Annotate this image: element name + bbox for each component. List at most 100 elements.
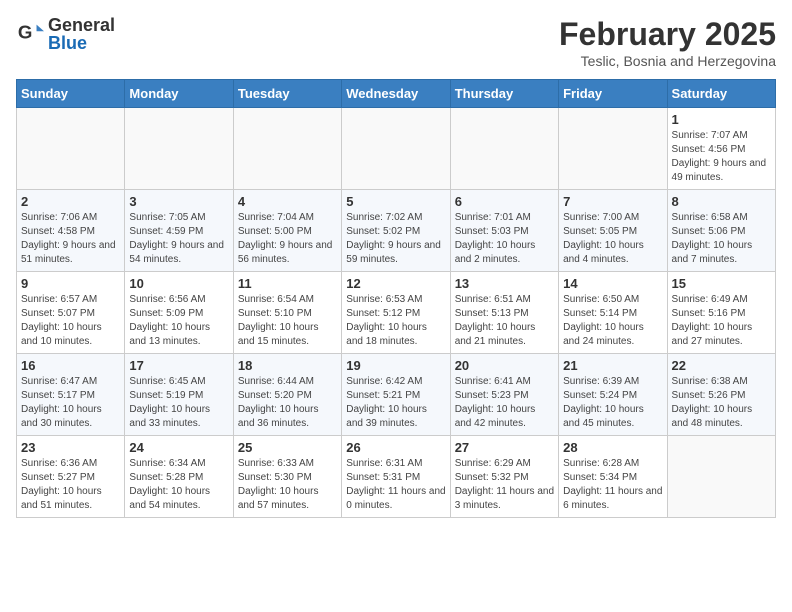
calendar-cell: 3Sunrise: 7:05 AM Sunset: 4:59 PM Daylig… [125,190,233,272]
weekday-header-friday: Friday [559,80,667,108]
calendar-week-row: 16 Sunrise: 6:47 AM Sunset: 5:17 PM Dayli… [17,354,776,436]
day-info: Sunrise: 7:01 AM Sunset: 5:03 PM Dayligh… [455,211,554,267]
day-number: 28 [563,440,662,455]
day-number: 20 [455,358,554,373]
calendar-cell: 2 Sunrise: 7:06 AM Sunset: 4:58 PM Daylig… [17,190,125,272]
calendar-week-row: 2 Sunrise: 7:06 AM Sunset: 4:58 PM Daylig… [17,190,776,272]
day-info: Sunrise: 6:58 AM Sunset: 5:06 PM Dayligh… [672,211,771,267]
day-info: Sunrise: 6:41 AM Sunset: 5:23 PM Dayligh… [455,375,554,431]
day-info: Sunrise: 6:42 AM Sunset: 5:21 PM Dayligh… [346,375,445,431]
logo-text: General Blue [48,16,115,52]
day-info: Sunrise: 6:49 AM Sunset: 5:16 PM Dayligh… [672,293,771,349]
page-header: G General Blue February 2025 Teslic, Bos… [16,16,776,69]
calendar-table: SundayMondayTuesdayWednesdayThursdayFrid… [16,79,776,518]
day-info: Sunrise: 6:57 AM Sunset: 5:07 PM Dayligh… [21,293,120,349]
day-number: 9 [21,276,120,291]
day-number: 15 [672,276,771,291]
day-number: 21 [563,358,662,373]
calendar-cell: 10Sunrise: 6:56 AM Sunset: 5:09 PM Dayli… [125,272,233,354]
calendar-cell: 28 Sunrise: 6:28 AM Sunset: 5:34 PM Dayli… [559,436,667,518]
day-number: 25 [238,440,337,455]
day-info: Sunrise: 6:53 AM Sunset: 5:12 PM Dayligh… [346,293,445,349]
day-info: Sunrise: 7:02 AM Sunset: 5:02 PM Dayligh… [346,211,445,267]
weekday-header-row: SundayMondayTuesdayWednesdayThursdayFrid… [17,80,776,108]
day-number: 14 [563,276,662,291]
calendar-cell: 13 Sunrise: 6:51 AM Sunset: 5:13 PM Dayli… [450,272,558,354]
weekday-header-sunday: Sunday [17,80,125,108]
calendar-cell: 25 Sunrise: 6:33 AM Sunset: 5:30 PM Dayli… [233,436,341,518]
day-number: 18 [238,358,337,373]
calendar-week-row: 1Sunrise: 7:07 AM Sunset: 4:56 PM Daylig… [17,108,776,190]
day-number: 4 [238,194,337,209]
day-number: 16 [21,358,120,373]
calendar-cell [450,108,558,190]
day-number: 23 [21,440,120,455]
day-info: Sunrise: 6:29 AM Sunset: 5:32 PM Dayligh… [455,457,554,513]
calendar-cell: 19 Sunrise: 6:42 AM Sunset: 5:21 PM Dayli… [342,354,450,436]
weekday-header-saturday: Saturday [667,80,775,108]
calendar-cell [559,108,667,190]
day-number: 8 [672,194,771,209]
logo-icon: G [16,20,44,48]
day-number: 27 [455,440,554,455]
calendar-cell: 24Sunrise: 6:34 AM Sunset: 5:28 PM Dayli… [125,436,233,518]
calendar-cell: 16 Sunrise: 6:47 AM Sunset: 5:17 PM Dayli… [17,354,125,436]
day-info: Sunrise: 6:45 AM Sunset: 5:19 PM Dayligh… [129,375,228,431]
day-number: 24 [129,440,228,455]
day-info: Sunrise: 6:28 AM Sunset: 5:34 PM Dayligh… [563,457,662,513]
day-info: Sunrise: 7:00 AM Sunset: 5:05 PM Dayligh… [563,211,662,267]
calendar-cell: 7Sunrise: 7:00 AM Sunset: 5:05 PM Daylig… [559,190,667,272]
calendar-cell: 5 Sunrise: 7:02 AM Sunset: 5:02 PM Daylig… [342,190,450,272]
logo: G General Blue [16,16,115,52]
calendar-cell: 6 Sunrise: 7:01 AM Sunset: 5:03 PM Daylig… [450,190,558,272]
day-info: Sunrise: 6:51 AM Sunset: 5:13 PM Dayligh… [455,293,554,349]
calendar-cell: 15 Sunrise: 6:49 AM Sunset: 5:16 PM Dayli… [667,272,775,354]
weekday-header-tuesday: Tuesday [233,80,341,108]
title-block: February 2025 Teslic, Bosnia and Herzego… [559,16,776,69]
calendar-cell: 22Sunrise: 6:38 AM Sunset: 5:26 PM Dayli… [667,354,775,436]
calendar-cell: 12 Sunrise: 6:53 AM Sunset: 5:12 PM Dayli… [342,272,450,354]
day-number: 13 [455,276,554,291]
day-number: 2 [21,194,120,209]
weekday-header-monday: Monday [125,80,233,108]
day-number: 11 [238,276,337,291]
calendar-cell: 1Sunrise: 7:07 AM Sunset: 4:56 PM Daylig… [667,108,775,190]
calendar-cell: 4 Sunrise: 7:04 AM Sunset: 5:00 PM Daylig… [233,190,341,272]
day-info: Sunrise: 6:39 AM Sunset: 5:24 PM Dayligh… [563,375,662,431]
calendar-cell: 14 Sunrise: 6:50 AM Sunset: 5:14 PM Dayli… [559,272,667,354]
calendar-cell: 9 Sunrise: 6:57 AM Sunset: 5:07 PM Daylig… [17,272,125,354]
month-year-title: February 2025 [559,16,776,53]
day-number: 10 [129,276,228,291]
weekday-header-wednesday: Wednesday [342,80,450,108]
day-number: 17 [129,358,228,373]
day-info: Sunrise: 6:33 AM Sunset: 5:30 PM Dayligh… [238,457,337,513]
calendar-cell: 26Sunrise: 6:31 AM Sunset: 5:31 PM Dayli… [342,436,450,518]
logo-general-text: General [48,16,115,34]
day-info: Sunrise: 6:31 AM Sunset: 5:31 PM Dayligh… [346,457,445,513]
day-info: Sunrise: 6:36 AM Sunset: 5:27 PM Dayligh… [21,457,120,513]
calendar-cell: 11Sunrise: 6:54 AM Sunset: 5:10 PM Dayli… [233,272,341,354]
day-info: Sunrise: 6:44 AM Sunset: 5:20 PM Dayligh… [238,375,337,431]
calendar-cell [125,108,233,190]
calendar-cell [17,108,125,190]
calendar-cell [667,436,775,518]
day-info: Sunrise: 7:04 AM Sunset: 5:00 PM Dayligh… [238,211,337,267]
calendar-cell: 27 Sunrise: 6:29 AM Sunset: 5:32 PM Dayli… [450,436,558,518]
day-info: Sunrise: 7:06 AM Sunset: 4:58 PM Dayligh… [21,211,120,267]
weekday-header-thursday: Thursday [450,80,558,108]
day-number: 12 [346,276,445,291]
day-number: 19 [346,358,445,373]
day-number: 6 [455,194,554,209]
calendar-cell: 17 Sunrise: 6:45 AM Sunset: 5:19 PM Dayli… [125,354,233,436]
calendar-week-row: 9 Sunrise: 6:57 AM Sunset: 5:07 PM Daylig… [17,272,776,354]
day-info: Sunrise: 6:50 AM Sunset: 5:14 PM Dayligh… [563,293,662,349]
calendar-cell: 8 Sunrise: 6:58 AM Sunset: 5:06 PM Daylig… [667,190,775,272]
day-number: 1 [672,112,771,127]
day-info: Sunrise: 6:47 AM Sunset: 5:17 PM Dayligh… [21,375,120,431]
day-info: Sunrise: 6:38 AM Sunset: 5:26 PM Dayligh… [672,375,771,431]
calendar-cell: 20 Sunrise: 6:41 AM Sunset: 5:23 PM Dayli… [450,354,558,436]
calendar-cell: 21 Sunrise: 6:39 AM Sunset: 5:24 PM Dayli… [559,354,667,436]
svg-text:G: G [18,22,33,43]
day-number: 5 [346,194,445,209]
calendar-cell: 18 Sunrise: 6:44 AM Sunset: 5:20 PM Dayli… [233,354,341,436]
